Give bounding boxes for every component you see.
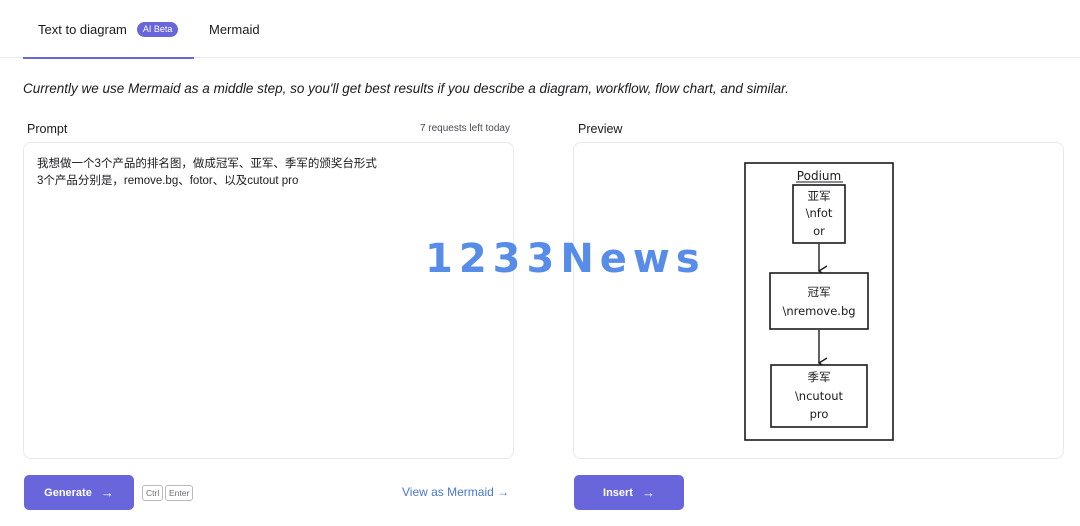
tab-text-to-diagram[interactable]: Text to diagram AI Beta <box>23 0 194 59</box>
ai-beta-badge: AI Beta <box>136 21 179 37</box>
prompt-line: 我想做一个3个产品的排名图，做成冠军、亚军、季军的颁奖台形式 <box>37 158 377 170</box>
node-text: pro <box>810 407 829 421</box>
node-text: 季军 <box>808 370 831 384</box>
arrow-right-icon: → <box>100 485 114 500</box>
description-text: Currently we use Mermaid as a middle ste… <box>23 81 789 96</box>
tab-mermaid[interactable]: Mermaid <box>209 0 260 58</box>
node-text: \nremove.bg <box>782 304 855 318</box>
view-as-mermaid-link[interactable]: View as Mermaid → <box>402 485 509 499</box>
node-text: 亚军 <box>808 189 831 203</box>
node-text: \nfot <box>806 206 833 220</box>
preview-label: Preview <box>578 122 623 136</box>
insert-button-label: Insert <box>603 486 633 499</box>
generate-button[interactable]: Generate → <box>24 475 134 510</box>
active-tab-indicator <box>23 57 194 59</box>
prompt-textarea[interactable]: 我想做一个3个产品的排名图，做成冠军、亚军、季军的颁奖台形式 3个产品分别是，r… <box>23 142 514 459</box>
node-text: \ncutout <box>795 389 844 403</box>
prompt-label: Prompt <box>27 122 68 136</box>
tab-mermaid-label: Mermaid <box>209 21 260 37</box>
arrow-right-icon: → <box>641 485 655 500</box>
kbd-ctrl-hint: Ctrl <box>142 485 164 501</box>
insert-button[interactable]: Insert → <box>574 475 684 510</box>
watermark-text: 1233News <box>425 236 706 282</box>
node-text: 冠军 <box>808 285 831 299</box>
generate-button-label: Generate <box>44 486 92 499</box>
mermaid-preview-diagram: Podium 亚军 \nfot or 冠军 \nremove.bg 季军 \nc… <box>744 162 894 441</box>
podium-title: Podium <box>797 169 841 183</box>
prompt-line: 3个产品分别是，remove.bg、fotor、以及cutout pro <box>37 175 299 187</box>
diagram-node-gold <box>769 272 869 330</box>
kbd-enter-hint: Enter <box>165 485 194 501</box>
preview-panel: Podium 亚军 \nfot or 冠军 \nremove.bg 季军 \nc… <box>573 142 1064 459</box>
tab-text-to-diagram-label: Text to diagram <box>38 21 127 37</box>
tab-bar: Text to diagram AI Beta Mermaid <box>0 0 1080 59</box>
requests-left-text: 7 requests left today <box>419 123 510 134</box>
node-text: or <box>813 224 825 238</box>
